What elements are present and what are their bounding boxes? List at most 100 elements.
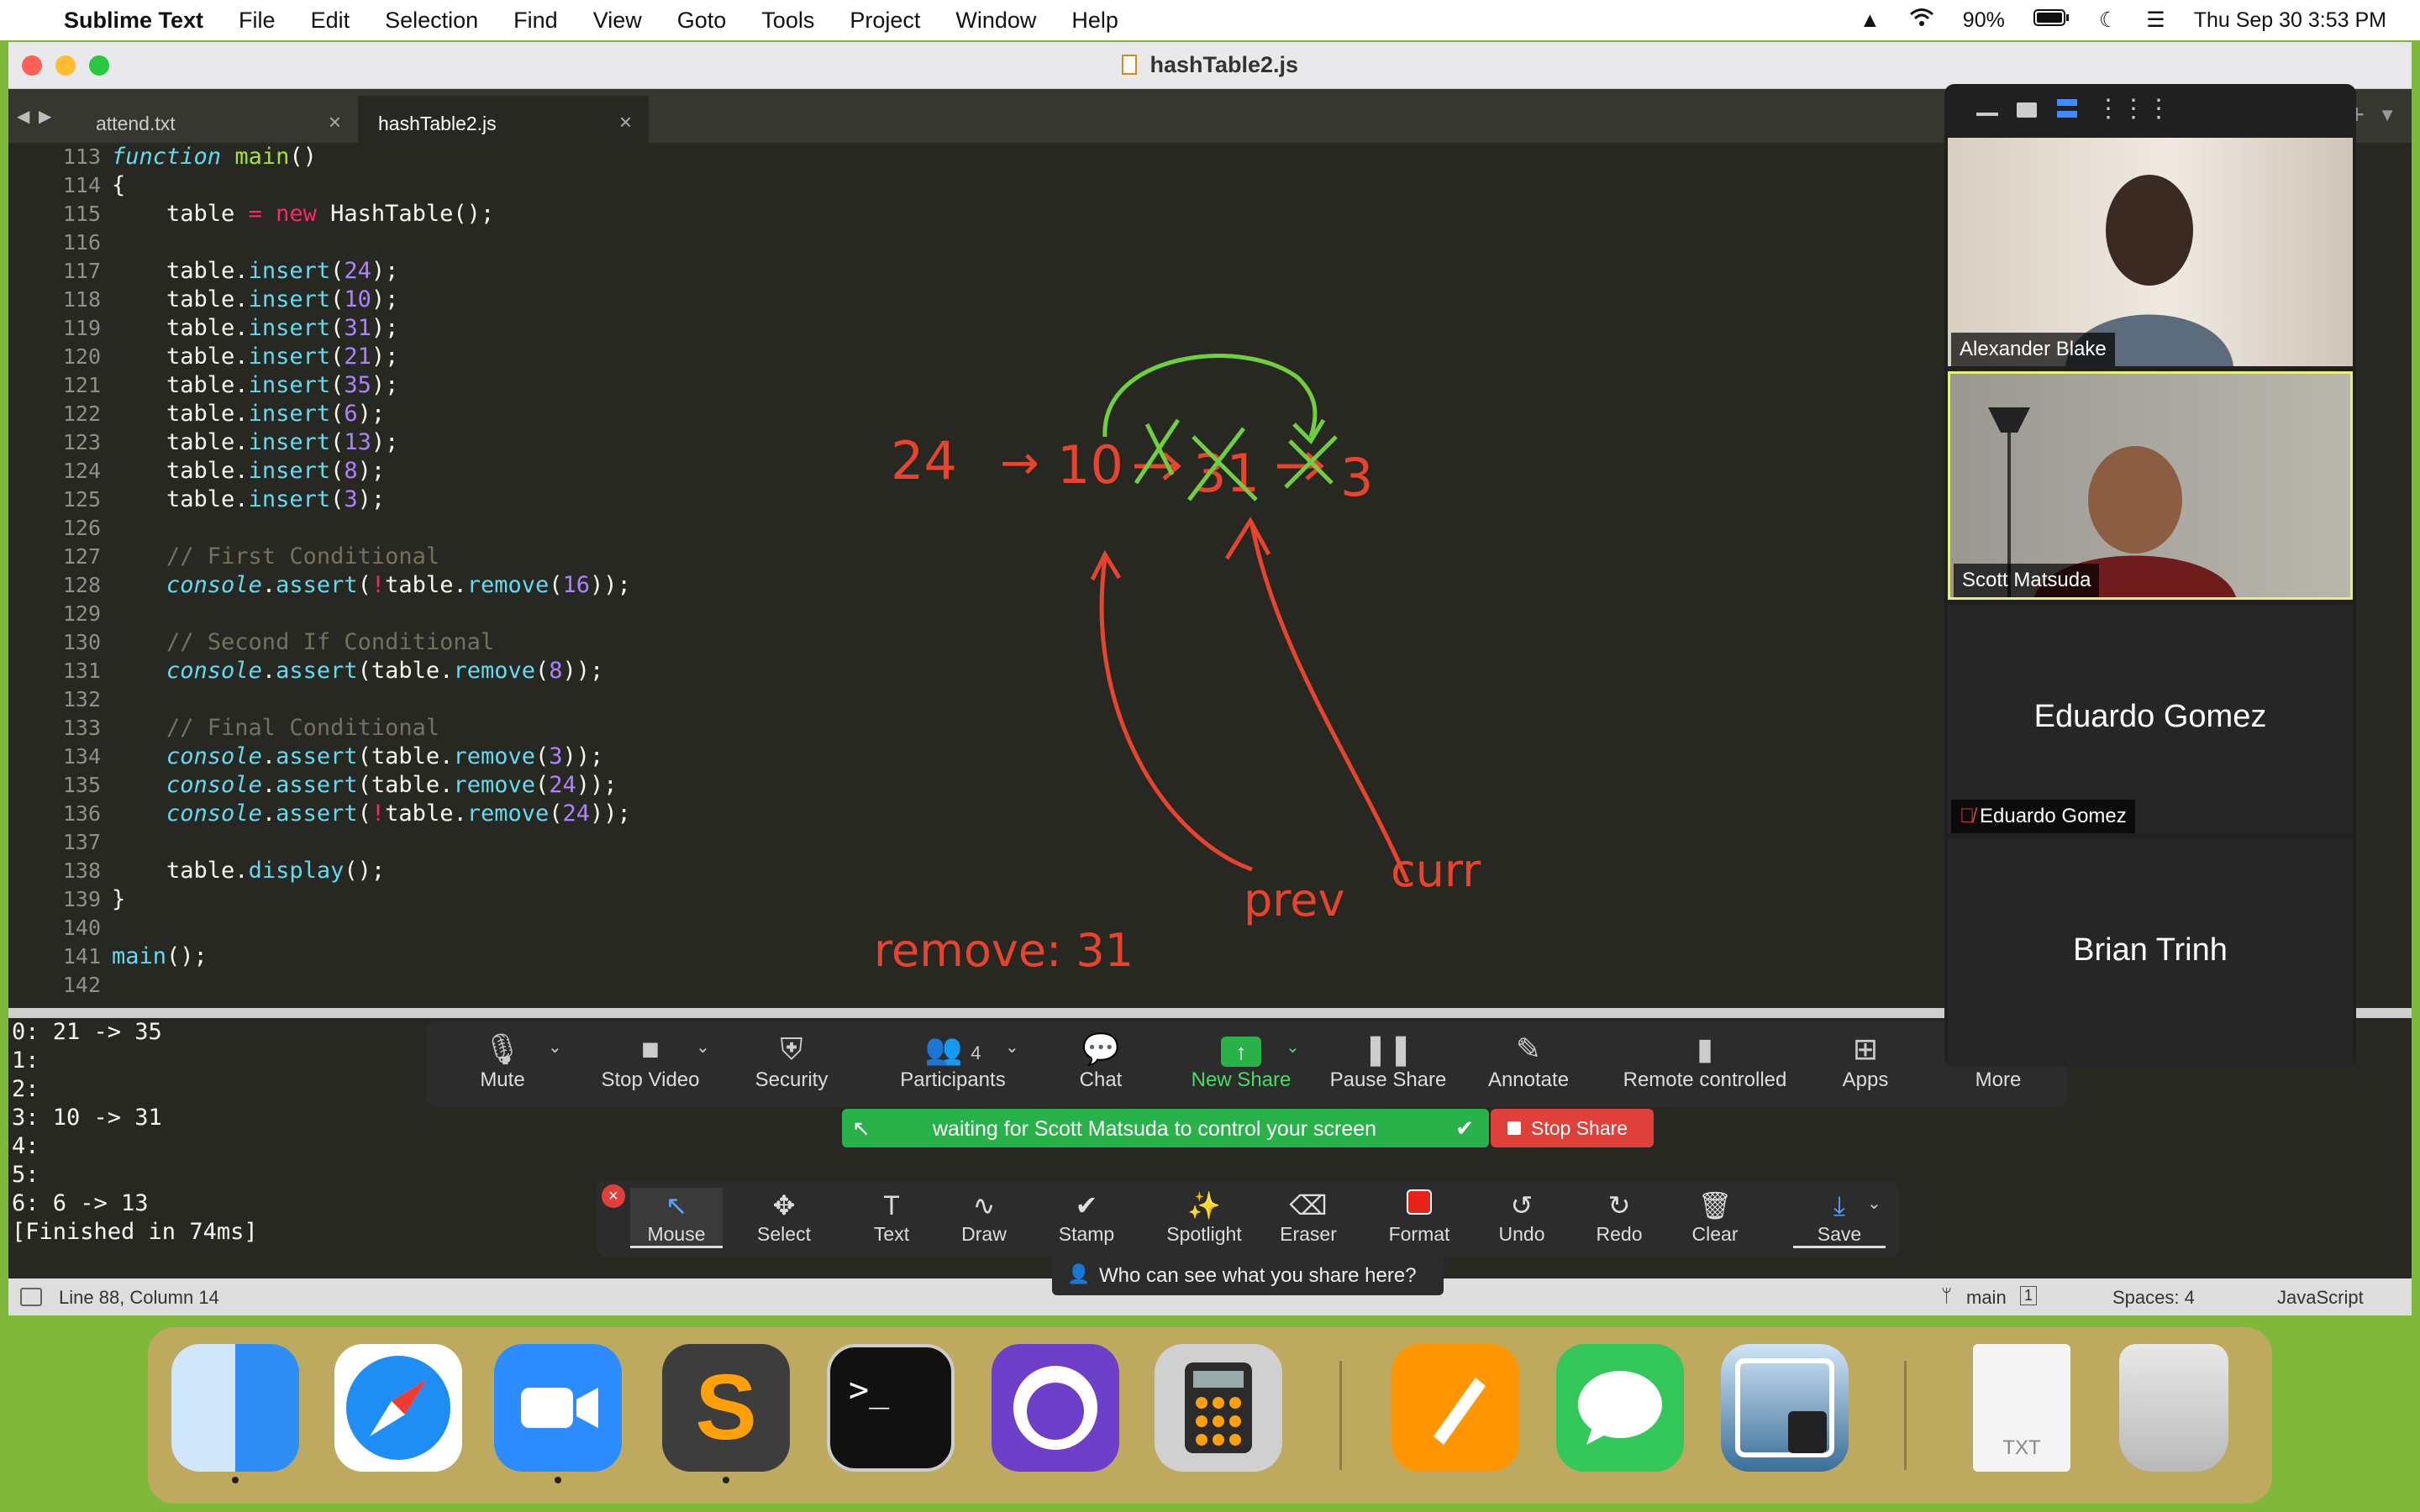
txt-file-dock-icon[interactable]: TXT — [1973, 1344, 2070, 1472]
shield-icon: ⛨ — [780, 1032, 803, 1066]
github-desktop-dock-icon[interactable] — [992, 1344, 1119, 1472]
remote-control-banner: ↖ waiting for Scott Matsuda to control y… — [842, 1109, 1489, 1147]
security-button[interactable]: ⛨ Security — [724, 1030, 859, 1092]
calculator-dock-icon[interactable] — [1155, 1344, 1282, 1472]
trash-icon: 🗑 — [1697, 1190, 1733, 1221]
stop-video-label: Stop Video — [601, 1068, 700, 1091]
chat-button[interactable]: 💬 Chat — [1034, 1030, 1168, 1092]
trash-dock-icon[interactable] — [2119, 1344, 2228, 1472]
video-options-chevron-icon[interactable]: ⌄ — [696, 1037, 710, 1058]
mouse-tool[interactable]: ↖ Mouse — [630, 1188, 723, 1248]
close-annotation-icon[interactable]: × — [602, 1184, 625, 1208]
eraser-tool[interactable]: ⌫ Eraser — [1262, 1188, 1355, 1246]
stamp-tool[interactable]: ✔ Stamp — [1040, 1188, 1133, 1246]
gallery-grid-icon[interactable]: ⋮⋮⋮ — [2096, 97, 2171, 122]
pages-dock-icon[interactable] — [1392, 1344, 1519, 1472]
dock-divider — [1339, 1361, 1342, 1470]
select-tool[interactable]: ✥ Select — [738, 1188, 830, 1246]
cursor-position[interactable]: Line 88, Column 14 — [59, 1287, 219, 1309]
annotation-remove: remove: 31 — [874, 924, 1134, 977]
new-share-label: New Share — [1191, 1068, 1292, 1091]
zoom-dock-icon[interactable] — [494, 1344, 622, 1483]
format-tool[interactable]: Format — [1373, 1188, 1465, 1246]
draw-tool[interactable]: ∿ Draw — [938, 1188, 1030, 1246]
share-options-chevron-icon[interactable]: ⌄ — [1286, 1037, 1300, 1058]
indentation[interactable]: Spaces: 4 — [2112, 1287, 2195, 1309]
eraser-label: Eraser — [1280, 1223, 1337, 1245]
spotlight-tool[interactable]: ✨ Spotlight — [1150, 1188, 1259, 1246]
sublime-text-dock-icon[interactable]: S — [662, 1344, 790, 1483]
finder-dock-icon[interactable] — [171, 1344, 299, 1483]
clear-label: Clear — [1691, 1223, 1739, 1245]
preview-dock-icon[interactable] — [1721, 1344, 1849, 1472]
redo-icon: ↻ — [1607, 1190, 1631, 1221]
speech-bubble-icon — [1578, 1371, 1662, 1445]
mute-options-chevron-icon[interactable]: ⌄ — [548, 1037, 562, 1058]
text-tool[interactable]: T Text — [845, 1188, 938, 1246]
save-options-chevron-icon[interactable]: ⌄ — [1867, 1193, 1881, 1214]
chat-label: Chat — [1079, 1068, 1123, 1091]
who-can-see-link[interactable]: 👤 Who can see what you share here? — [1052, 1255, 1444, 1295]
undo-button[interactable]: ↺ Undo — [1476, 1188, 1568, 1246]
participant-tile-scott[interactable]: Scott Matsuda — [1948, 371, 2353, 600]
annotation-cross-arrow — [1134, 418, 1181, 485]
annotation-prev-arrow — [1090, 549, 1253, 872]
participant-tile-eduardo[interactable]: Eduardo Gomez 🎙̸ Eduardo Gomez — [1948, 605, 2353, 833]
safari-dock-icon[interactable] — [334, 1344, 462, 1472]
participants-chevron-icon[interactable]: ⌄ — [1005, 1037, 1019, 1058]
cursor-icon: ↖ — [665, 1190, 688, 1221]
participant-name: Alexander Blake — [1951, 333, 2115, 366]
select-label: Select — [757, 1223, 811, 1245]
terminal-dock-icon[interactable]: >_ — [827, 1344, 955, 1472]
git-branch-icon: ᛘ — [1941, 1285, 1953, 1306]
dock: S >_ TXT — [148, 1327, 2272, 1504]
speaker-view-icon[interactable] — [2017, 102, 2037, 118]
running-indicator — [555, 1477, 561, 1483]
mouse-label: Mouse — [647, 1223, 706, 1245]
running-indicator — [723, 1477, 729, 1483]
participant-tile-alexander[interactable]: Alexander Blake — [1948, 138, 2353, 366]
annotation-prev: prev — [1244, 874, 1344, 927]
checkmark-icon: ✔ — [1075, 1190, 1098, 1221]
spotlight-label: Spotlight — [1166, 1223, 1242, 1245]
git-branch[interactable]: main — [1966, 1287, 2007, 1309]
syntax-mode[interactable]: JavaScript — [2277, 1287, 2364, 1309]
preview-photo-icon — [1735, 1358, 1834, 1457]
panel-toggle-icon[interactable] — [20, 1288, 42, 1306]
more-label: More — [1975, 1068, 2022, 1091]
clear-button[interactable]: 🗑 Clear — [1669, 1188, 1761, 1246]
video-camera-icon — [521, 1388, 598, 1428]
pause-share-button[interactable]: ❚❚ Pause Share — [1321, 1030, 1455, 1092]
calculator-icon — [1185, 1362, 1252, 1453]
minimize-gallery-icon[interactable] — [1976, 113, 1998, 116]
security-label: Security — [755, 1068, 829, 1091]
save-label: Save — [1817, 1223, 1862, 1245]
apps-label: Apps — [1842, 1068, 1889, 1091]
annotation-24: 24 — [891, 430, 957, 491]
participant-display-name: Eduardo Gomez — [2033, 699, 2267, 734]
participant-tile-brian[interactable]: Brian Trinh — [1948, 838, 2353, 1067]
stop-share-button[interactable]: Stop Share — [1491, 1109, 1654, 1147]
muted-microphone-icon: 🎙̸ — [1960, 805, 1975, 827]
participant-name: Eduardo Gomez — [1980, 805, 2127, 827]
apps-button[interactable]: ⊞ Apps — [1798, 1030, 1933, 1092]
annotation-curr-arrow — [1224, 517, 1410, 883]
redo-button[interactable]: ↻ Redo — [1573, 1188, 1665, 1246]
participants-count: 4 — [971, 1042, 981, 1063]
remote-control-status: waiting for Scott Matsuda to control you… — [933, 1117, 1377, 1141]
octocat-icon — [1013, 1366, 1097, 1450]
messages-dock-icon[interactable] — [1556, 1344, 1684, 1472]
git-branch-count: 1 — [2020, 1286, 2038, 1305]
strip-view-icon[interactable] — [2057, 99, 2077, 118]
person-icon: 👤 — [1067, 1263, 1091, 1284]
who-can-see-label: Who can see what you share here? — [1099, 1264, 1417, 1287]
shield-check-icon: ✔ — [1455, 1116, 1474, 1141]
video-gallery: ⋮⋮⋮ Alexander Blake Scott Matsuda Eduard… — [1944, 84, 2356, 1067]
chat-bubble-icon: 💬 — [1081, 1032, 1120, 1066]
draw-label: Draw — [961, 1223, 1007, 1245]
remote-control-button[interactable]: ▮ Remote controlled — [1591, 1030, 1818, 1092]
move-icon: ✥ — [772, 1190, 796, 1221]
stamp-label: Stamp — [1058, 1223, 1115, 1245]
mute-label: Mute — [480, 1068, 525, 1091]
annotate-button[interactable]: ✎ Annotate — [1461, 1030, 1596, 1092]
